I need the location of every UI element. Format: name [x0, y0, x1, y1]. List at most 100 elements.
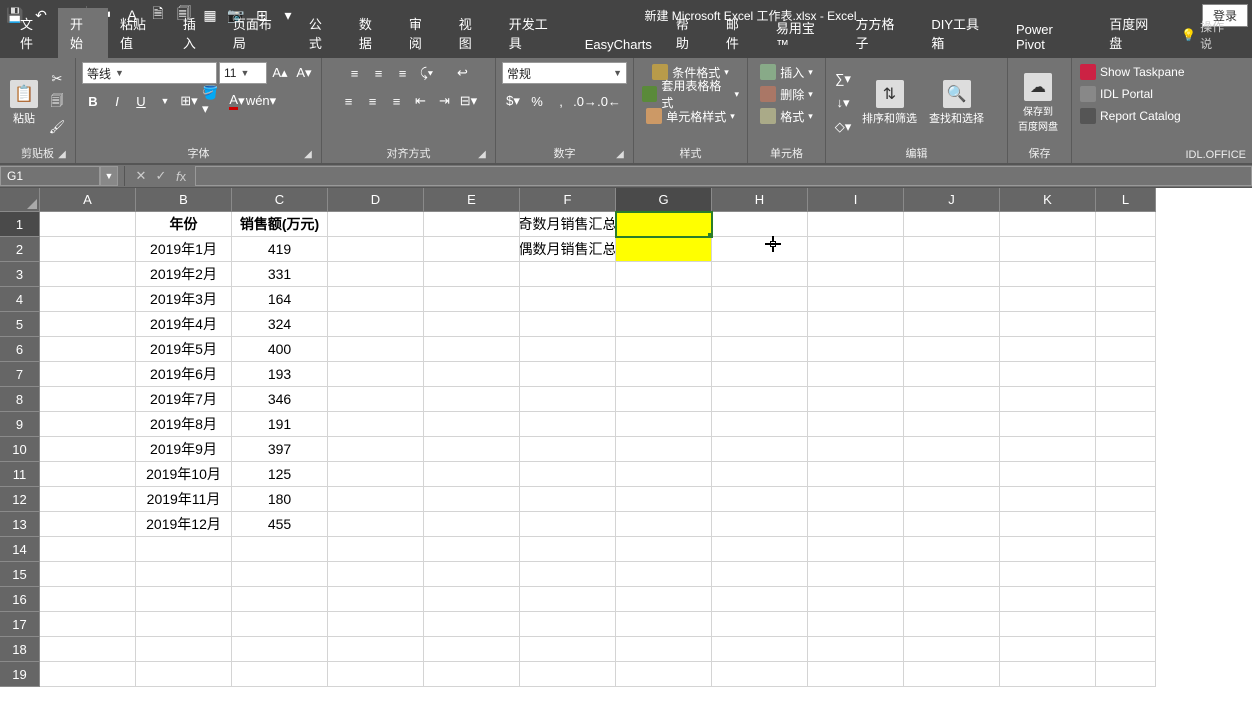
cell-C16[interactable]	[232, 587, 328, 612]
delete-cells-button[interactable]: 删除▾	[758, 84, 815, 104]
cell-A9[interactable]	[40, 412, 136, 437]
cell-G10[interactable]	[616, 437, 712, 462]
currency-icon[interactable]: $▾	[502, 90, 524, 112]
tab-baidu[interactable]: 百度网盘	[1097, 8, 1173, 58]
cell-K19[interactable]	[1000, 662, 1096, 687]
cell-F5[interactable]	[520, 312, 616, 337]
tab-easycharts[interactable]: EasyCharts	[573, 31, 664, 58]
cell-F11[interactable]	[520, 462, 616, 487]
cell-C18[interactable]	[232, 637, 328, 662]
cell-G13[interactable]	[616, 512, 712, 537]
cell-A4[interactable]	[40, 287, 136, 312]
cell-I15[interactable]	[808, 562, 904, 587]
cell-L18[interactable]	[1096, 637, 1156, 662]
fill-icon[interactable]: ↓▾	[832, 92, 854, 114]
cell-H7[interactable]	[712, 362, 808, 387]
tab-review[interactable]: 审阅	[397, 8, 447, 58]
italic-button[interactable]: I	[106, 90, 128, 112]
cell-F8[interactable]	[520, 387, 616, 412]
cell-I12[interactable]	[808, 487, 904, 512]
cell-F16[interactable]	[520, 587, 616, 612]
cell-J12[interactable]	[904, 487, 1000, 512]
cell-L8[interactable]	[1096, 387, 1156, 412]
cell-G15[interactable]	[616, 562, 712, 587]
cut-icon[interactable]: ✂	[46, 68, 68, 90]
cell-E4[interactable]	[424, 287, 520, 312]
row-header-18[interactable]: 18	[0, 637, 40, 662]
align-center-icon[interactable]: ≡	[362, 90, 384, 112]
cell-J15[interactable]	[904, 562, 1000, 587]
cell-F9[interactable]	[520, 412, 616, 437]
cell-K7[interactable]	[1000, 362, 1096, 387]
underline-button[interactable]: U	[130, 90, 152, 112]
cell-E5[interactable]	[424, 312, 520, 337]
cell-E2[interactable]	[424, 237, 520, 262]
fill-handle[interactable]	[708, 233, 712, 237]
cell-A6[interactable]	[40, 337, 136, 362]
cell-F19[interactable]	[520, 662, 616, 687]
tell-me[interactable]: 💡 操作说	[1173, 12, 1244, 58]
cell-L13[interactable]	[1096, 512, 1156, 537]
column-header-B[interactable]: B	[136, 188, 232, 212]
save-baidu-button[interactable]: ☁ 保存到 百度网盘	[1014, 71, 1062, 135]
font-color-icon[interactable]: A▾	[226, 90, 248, 112]
column-header-I[interactable]: I	[808, 188, 904, 212]
row-header-17[interactable]: 17	[0, 612, 40, 637]
cell-J13[interactable]	[904, 512, 1000, 537]
dialog-launcher-icon[interactable]: ◢	[475, 147, 489, 161]
cell-K12[interactable]	[1000, 487, 1096, 512]
font-size-combo[interactable]: 11▼	[219, 62, 267, 84]
cell-E18[interactable]	[424, 637, 520, 662]
cell-L12[interactable]	[1096, 487, 1156, 512]
cell-K15[interactable]	[1000, 562, 1096, 587]
cell-G12[interactable]	[616, 487, 712, 512]
cell-L5[interactable]	[1096, 312, 1156, 337]
cell-I2[interactable]	[808, 237, 904, 262]
cell-I11[interactable]	[808, 462, 904, 487]
cell-D4[interactable]	[328, 287, 424, 312]
cell-C8[interactable]: 346	[232, 387, 328, 412]
cell-H1[interactable]	[712, 212, 808, 237]
cell-B8[interactable]: 2019年7月	[136, 387, 232, 412]
cell-A12[interactable]	[40, 487, 136, 512]
border-icon[interactable]: ⊞▾	[178, 90, 200, 112]
cell-J8[interactable]	[904, 387, 1000, 412]
dialog-launcher-icon[interactable]: ◢	[613, 147, 627, 161]
cell-D13[interactable]	[328, 512, 424, 537]
cell-L7[interactable]	[1096, 362, 1156, 387]
cell-A2[interactable]	[40, 237, 136, 262]
cell-E16[interactable]	[424, 587, 520, 612]
cell-L19[interactable]	[1096, 662, 1156, 687]
cell-G6[interactable]	[616, 337, 712, 362]
cell-L2[interactable]	[1096, 237, 1156, 262]
cell-B5[interactable]: 2019年4月	[136, 312, 232, 337]
cell-J2[interactable]	[904, 237, 1000, 262]
cell-G18[interactable]	[616, 637, 712, 662]
column-header-D[interactable]: D	[328, 188, 424, 212]
phonetic-icon[interactable]: wén▾	[250, 90, 272, 112]
decrease-decimal-icon[interactable]: .0←	[598, 90, 620, 112]
tab-data[interactable]: 数据	[347, 8, 397, 58]
tab-mail[interactable]: 邮件	[714, 8, 764, 58]
cell-K14[interactable]	[1000, 537, 1096, 562]
row-header-2[interactable]: 2	[0, 237, 40, 262]
cell-K10[interactable]	[1000, 437, 1096, 462]
cell-G5[interactable]	[616, 312, 712, 337]
insert-cells-button[interactable]: 插入▾	[758, 62, 815, 82]
cell-J10[interactable]	[904, 437, 1000, 462]
cell-F7[interactable]	[520, 362, 616, 387]
row-header-9[interactable]: 9	[0, 412, 40, 437]
tab-home[interactable]: 开始	[58, 8, 108, 58]
format-cells-button[interactable]: 格式▾	[758, 106, 815, 126]
cell-H15[interactable]	[712, 562, 808, 587]
column-header-G[interactable]: G	[616, 188, 712, 212]
cell-D6[interactable]	[328, 337, 424, 362]
align-left-icon[interactable]: ≡	[338, 90, 360, 112]
row-header-7[interactable]: 7	[0, 362, 40, 387]
cell-L17[interactable]	[1096, 612, 1156, 637]
tab-fangfang[interactable]: 方方格子	[843, 8, 919, 58]
cell-H11[interactable]	[712, 462, 808, 487]
cell-F4[interactable]	[520, 287, 616, 312]
cell-G19[interactable]	[616, 662, 712, 687]
cell-H4[interactable]	[712, 287, 808, 312]
